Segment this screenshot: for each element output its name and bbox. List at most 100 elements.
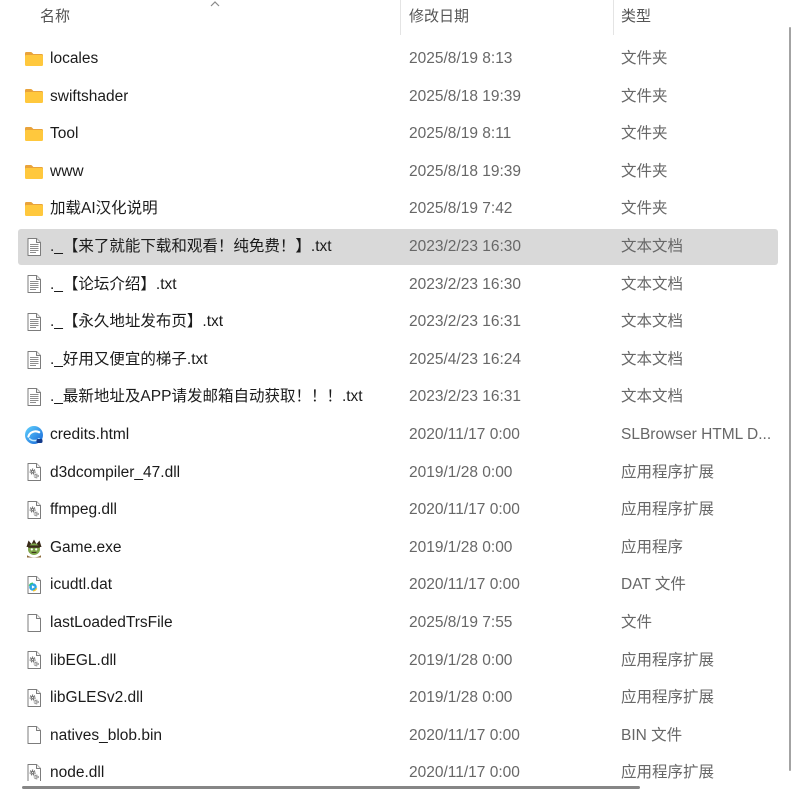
file-type: 应用程序	[621, 538, 684, 556]
file-type: 文本文档	[621, 313, 684, 331]
column-header-type[interactable]: 类型	[614, 0, 778, 35]
file-name: node.dll	[50, 764, 105, 781]
file-modified-date: 2020/11/17 0:00	[409, 764, 520, 781]
file-type: 文本文档	[621, 350, 684, 368]
file-modified-date: 2019/1/28 0:00	[409, 463, 513, 481]
file-name: ._好用又便宜的梯子.txt	[50, 350, 208, 368]
file-type: 文件夹	[621, 50, 668, 67]
file-row[interactable]: natives_blob.bin 2020/11/17 0:00 BIN 文件	[18, 718, 778, 754]
file-name: Game.exe	[50, 538, 122, 556]
file-name: ._【永久地址发布页】.txt	[50, 313, 224, 331]
column-header-modified-date[interactable]: 修改日期	[401, 0, 613, 35]
file-type: 文件夹	[621, 87, 668, 105]
file-type: DAT 文件	[621, 576, 686, 594]
file-type: 应用程序扩展	[621, 463, 715, 481]
file-row[interactable]: www 2025/8/18 19:39 文件夹	[18, 154, 778, 190]
text-file-icon	[24, 274, 44, 294]
text-file-icon	[24, 237, 44, 257]
file-type: 应用程序扩展	[621, 689, 715, 707]
dll-file-icon	[24, 688, 44, 708]
file-row[interactable]: icudtl.dat 2020/11/17 0:00 DAT 文件	[18, 567, 778, 603]
file-row[interactable]: node.dll 2020/11/17 0:00 应用程序扩展	[18, 755, 778, 781]
file-row[interactable]: ._【来了就能下载和观看！纯免费！】.txt 2023/2/23 16:30 文…	[18, 228, 778, 265]
file-modified-date: 2025/8/19 7:42	[409, 200, 513, 218]
file-row[interactable]: swiftshader 2025/8/18 19:39 文件夹	[18, 79, 778, 115]
file-modified-date: 2023/2/23 16:30	[409, 237, 522, 255]
file-modified-date: 2025/8/18 19:39	[409, 87, 522, 105]
file-name: Tool	[50, 125, 79, 143]
horizontal-scrollbar-thumb[interactable]	[22, 786, 640, 789]
browser-html-icon	[24, 425, 44, 445]
file-type: BIN 文件	[621, 726, 683, 744]
text-file-icon	[24, 387, 44, 407]
file-modified-date: 2020/11/17 0:00	[409, 501, 520, 519]
text-file-icon	[24, 312, 44, 332]
file-modified-date: 2023/2/23 16:31	[409, 313, 522, 331]
file-modified-date: 2025/8/19 7:55	[409, 613, 513, 631]
file-modified-date: 2020/11/17 0:00	[409, 425, 520, 443]
vertical-scrollbar-thumb[interactable]	[789, 27, 791, 771]
file-type: 文件夹	[621, 125, 668, 143]
chevron-up-icon	[210, 1, 220, 7]
file-modified-date: 2023/2/23 16:31	[409, 388, 522, 406]
file-modified-date: 2020/11/17 0:00	[409, 576, 520, 594]
dll-file-icon	[24, 763, 44, 781]
file-row[interactable]: Game.exe 2019/1/28 0:00 应用程序	[18, 530, 778, 566]
folder-icon	[24, 86, 44, 106]
file-modified-date: 2019/1/28 0:00	[409, 689, 513, 707]
file-list: locales 2025/8/19 8:13 文件夹 swiftshader 2…	[18, 40, 778, 781]
file-row[interactable]: ._最新地址及APP请发邮箱自动获取！！！.txt 2023/2/23 16:3…	[18, 379, 778, 415]
file-name: locales	[50, 50, 99, 67]
game-exe-icon	[24, 538, 44, 558]
file-type: 文本文档	[621, 275, 684, 293]
file-modified-date: 2025/8/19 8:13	[409, 50, 513, 67]
text-file-icon	[24, 350, 44, 370]
file-row[interactable]: locales 2025/8/19 8:13 文件夹	[18, 41, 778, 77]
file-name: ffmpeg.dll	[50, 501, 117, 519]
file-name: ._【论坛介绍】.txt	[50, 275, 177, 293]
file-name: swiftshader	[50, 87, 129, 105]
file-row[interactable]: lastLoadedTrsFile 2025/8/19 7:55 文件	[18, 605, 778, 641]
column-header: 名称 修改日期 类型	[0, 0, 778, 36]
file-name: 加载AI汉化说明	[50, 200, 158, 218]
file-type: 应用程序扩展	[621, 764, 715, 781]
column-divider[interactable]	[613, 0, 614, 35]
file-type: SLBrowser HTML D...	[621, 425, 772, 443]
dll-file-icon	[24, 462, 44, 482]
file-type: 文件夹	[621, 200, 668, 218]
file-modified-date: 2025/4/23 16:24	[409, 350, 522, 368]
column-divider[interactable]	[400, 0, 401, 35]
file-row[interactable]: ._好用又便宜的梯子.txt 2025/4/23 16:24 文本文档	[18, 342, 778, 378]
file-name: ._【来了就能下载和观看！纯免费！】.txt	[50, 237, 332, 255]
dll-file-icon	[24, 500, 44, 520]
file-type: 文本文档	[621, 237, 684, 255]
file-row[interactable]: ffmpeg.dll 2020/11/17 0:00 应用程序扩展	[18, 492, 778, 528]
blank-file-icon	[24, 725, 44, 745]
file-type: 文本文档	[621, 388, 684, 406]
dat-file-icon	[24, 575, 44, 595]
file-row[interactable]: Tool 2025/8/19 8:11 文件夹	[18, 116, 778, 152]
file-row[interactable]: ._【永久地址发布页】.txt 2023/2/23 16:31 文本文档	[18, 304, 778, 340]
file-name: icudtl.dat	[50, 576, 113, 594]
file-name: d3dcompiler_47.dll	[50, 463, 181, 481]
file-name: ._最新地址及APP请发邮箱自动获取！！！.txt	[50, 388, 363, 406]
file-name: natives_blob.bin	[50, 726, 163, 744]
file-row[interactable]: libEGL.dll 2019/1/28 0:00 应用程序扩展	[18, 643, 778, 679]
file-type: 文件夹	[621, 162, 668, 180]
file-modified-date: 2025/8/19 8:11	[409, 125, 512, 143]
file-modified-date: 2019/1/28 0:00	[409, 538, 513, 556]
file-type: 应用程序扩展	[621, 501, 715, 519]
blank-file-icon	[24, 613, 44, 633]
file-row[interactable]: ._【论坛介绍】.txt 2023/2/23 16:30 文本文档	[18, 267, 778, 303]
file-row[interactable]: 加载AI汉化说明 2025/8/19 7:42 文件夹	[18, 191, 778, 227]
file-row[interactable]: d3dcompiler_47.dll 2019/1/28 0:00 应用程序扩展	[18, 455, 778, 491]
file-type: 应用程序扩展	[621, 651, 715, 669]
file-name: www	[50, 162, 84, 180]
file-row[interactable]: libGLESv2.dll 2019/1/28 0:00 应用程序扩展	[18, 680, 778, 716]
file-modified-date: 2019/1/28 0:00	[409, 651, 513, 669]
file-row[interactable]: credits.html 2020/11/17 0:00 SLBrowser H…	[18, 417, 778, 453]
column-header-name[interactable]: 名称	[0, 0, 400, 35]
file-name: libEGL.dll	[50, 651, 117, 669]
file-name: lastLoadedTrsFile	[50, 613, 173, 631]
dll-file-icon	[24, 650, 44, 670]
